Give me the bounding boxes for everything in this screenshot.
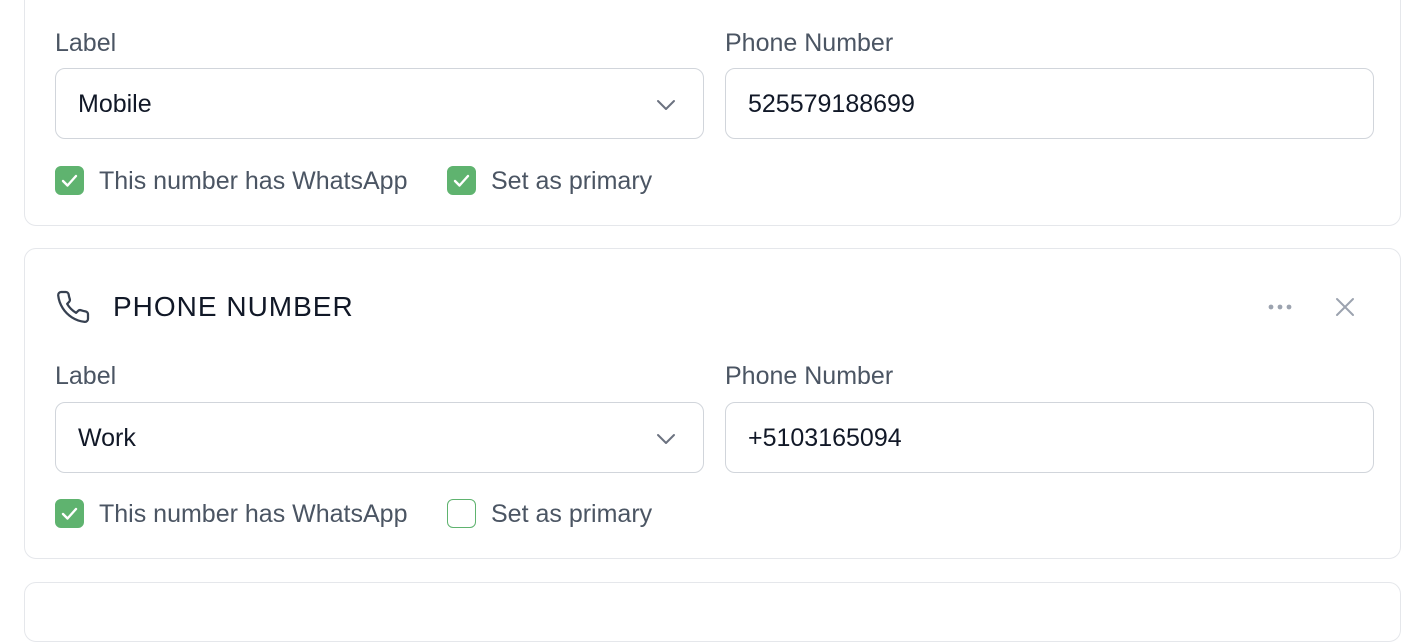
- label-field-label: Label: [55, 362, 117, 390]
- more-horizontal-icon: [1268, 304, 1292, 310]
- check-icon: [453, 174, 470, 187]
- primary-checkbox-label[interactable]: Set as primary: [491, 499, 652, 529]
- phone-card-1: Label Phone Number Mobile 525579188699 T…: [24, 0, 1401, 226]
- primary-checkbox[interactable]: [447, 166, 476, 195]
- label-select[interactable]: Mobile: [55, 68, 704, 139]
- phone-number-input[interactable]: +5103165094: [725, 402, 1374, 473]
- phone-number-input[interactable]: 525579188699: [725, 68, 1374, 139]
- phone-icon: [57, 290, 90, 324]
- phone-field-label: Phone Number: [725, 362, 894, 390]
- whatsapp-checkbox[interactable]: [55, 166, 84, 195]
- more-options-button[interactable]: [1262, 289, 1298, 325]
- whatsapp-checkbox-label[interactable]: This number has WhatsApp: [99, 166, 407, 196]
- whatsapp-checkbox[interactable]: [55, 499, 84, 528]
- section-title: PHONE NUMBER: [113, 291, 354, 322]
- whatsapp-checkbox-label[interactable]: This number has WhatsApp: [99, 499, 407, 529]
- phone-card-2: PHONE NUMBER Label Phone Number Work +51…: [24, 248, 1401, 559]
- phone-number-value: 525579188699: [748, 90, 915, 118]
- label-select[interactable]: Work: [55, 402, 704, 473]
- phone-card-3: [24, 582, 1401, 642]
- label-field-label: Label: [55, 29, 117, 57]
- phone-field-label: Phone Number: [725, 29, 894, 57]
- phone-number-value: +5103165094: [748, 424, 902, 452]
- label-select-value: Work: [78, 424, 136, 452]
- primary-checkbox[interactable]: [447, 499, 476, 528]
- label-select-value: Mobile: [78, 90, 152, 118]
- chevron-down-icon: [657, 434, 675, 444]
- check-icon: [61, 507, 78, 520]
- check-icon: [61, 174, 78, 187]
- chevron-down-icon: [657, 100, 675, 110]
- primary-checkbox-label[interactable]: Set as primary: [491, 166, 652, 196]
- close-icon: [1336, 298, 1354, 316]
- remove-button[interactable]: [1327, 289, 1363, 325]
